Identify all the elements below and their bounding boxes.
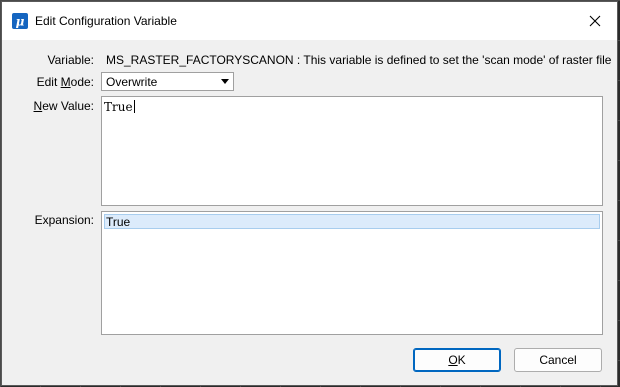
new-value-text: True <box>104 100 133 114</box>
edit-mode-value: Overwrite <box>106 74 158 89</box>
title-bar[interactable]: μ Edit Configuration Variable <box>2 2 617 40</box>
list-item[interactable]: True <box>104 214 600 229</box>
edit-configuration-variable-dialog: μ Edit Configuration Variable Variable: … <box>1 1 618 386</box>
variable-label: Variable: <box>47 53 94 67</box>
close-icon[interactable] <box>573 2 617 40</box>
window-title: Edit Configuration Variable <box>35 14 177 28</box>
edit-mode-label: Edit Mode: <box>36 75 94 89</box>
svg-text:μ: μ <box>15 15 24 29</box>
expansion-item-text: True <box>106 214 131 229</box>
microstation-app-icon: μ <box>11 13 28 30</box>
text-caret <box>133 100 135 113</box>
expansion-list[interactable]: True <box>101 211 603 335</box>
ok-button[interactable]: OK <box>413 348 501 372</box>
expansion-label: Expansion: <box>34 213 94 227</box>
variable-description: MS_RASTER_FACTORYSCANON : This variable … <box>106 53 612 67</box>
cancel-button[interactable]: Cancel <box>514 348 602 372</box>
new-value-textarea[interactable]: True <box>101 96 603 206</box>
edit-mode-dropdown[interactable]: Overwrite <box>101 72 234 91</box>
dropdown-arrow-icon[interactable] <box>217 79 233 84</box>
new-value-label: New Value: <box>33 99 94 113</box>
